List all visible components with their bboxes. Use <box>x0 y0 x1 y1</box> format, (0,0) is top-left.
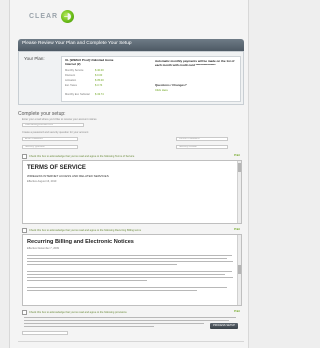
tos-title: TERMS OF SERVICE <box>27 165 86 171</box>
text-line <box>24 320 229 322</box>
plan-row-label: Discount <box>65 74 76 77</box>
billing-print-link[interactable]: Print <box>234 228 240 231</box>
signature-check-label: Check this box to acknowledge that you'v… <box>29 311 127 315</box>
plan-summary: Your Plan: UL [WiMAX Prod] Unlimited Hom… <box>18 51 244 105</box>
tos-print-link[interactable]: Print <box>234 154 240 157</box>
plan-row-label: Activation <box>65 79 77 82</box>
billing-checkbox[interactable] <box>22 228 27 233</box>
text-line <box>27 274 225 276</box>
tos-date: Effective August 16, 2010 <box>27 180 57 183</box>
plan-row-label: Monthly Est. Subtotal <box>65 93 90 96</box>
questions-label: Questions / Changes? <box>155 83 187 87</box>
plan-row: Est. Taxes $ 3.74 <box>65 84 125 88</box>
process-setup-button[interactable]: PROCESS SETUP <box>210 323 238 329</box>
password-field[interactable]: Enter Password <box>22 137 78 141</box>
email-field[interactable]: Username@Domain.com <box>22 123 84 127</box>
signature-checkbox[interactable] <box>22 310 27 315</box>
billing-date: Effective December 7, 2009 <box>27 247 59 250</box>
setup-title: Complete your setup: <box>18 111 66 117</box>
billing-title: Recurring Billing and Electronic Notices <box>27 239 134 245</box>
plan-row: Activation $ 35.00 <box>65 79 125 83</box>
tos-checkbox[interactable] <box>22 154 27 159</box>
clear-logo: CLEAR <box>29 10 75 23</box>
billing-check-label: Check this box to acknowledge that you'v… <box>29 229 142 233</box>
scroll-thumb[interactable] <box>238 163 241 172</box>
plan-row-value: $ 43.74 <box>95 93 104 96</box>
text-line <box>27 258 227 260</box>
plan-row-value: $ 40.00 <box>95 69 104 72</box>
plan-row: Discount $ 0.00 <box>65 74 125 78</box>
tos-subtitle: WIRELESS INTERNET ACCESS AND RELATED SER… <box>27 174 109 178</box>
text-line <box>27 271 232 273</box>
plan-row-value: $ 3.74 <box>95 84 103 87</box>
terms-of-service-box[interactable]: TERMS OF SERVICE WIRELESS INTERNET ACCES… <box>22 160 242 224</box>
text-line <box>24 323 204 325</box>
plan-row: Monthly Est. Subtotal $ 43.74 <box>65 93 125 97</box>
email-hint: Enter your email where you'd like to rec… <box>22 118 97 121</box>
text-line <box>27 277 233 279</box>
text-line <box>27 255 232 257</box>
confirm-password-field[interactable]: Confirm Password <box>176 137 228 141</box>
signature-print-link[interactable]: Print <box>234 310 240 313</box>
plan-card: UL [WiMAX Prod] Unlimited Home Internet … <box>61 56 241 102</box>
review-header: Please Review Your Plan and Complete You… <box>18 39 244 51</box>
plan-row-value: $ 0.00 <box>95 74 103 77</box>
plan-row-label: Est. Taxes <box>65 84 77 87</box>
clear-logo-icon <box>61 10 75 23</box>
tos-checkbox-row[interactable]: Check this box to acknowledge that you'v… <box>22 154 242 159</box>
page-title: Please Review Your Plan and Complete You… <box>22 41 132 46</box>
text-line <box>27 287 227 289</box>
signature-checkbox-row[interactable]: Check this box to acknowledge that you'v… <box>22 310 242 315</box>
billing-scrollbar[interactable] <box>237 235 241 305</box>
tos-check-label: Check this box to acknowledge that you'v… <box>29 155 135 159</box>
tos-scrollbar[interactable] <box>237 161 241 223</box>
logo-text: CLEAR <box>29 13 59 20</box>
text-line <box>24 326 154 328</box>
text-line <box>27 261 233 263</box>
plan-label: Your Plan: <box>24 56 45 61</box>
password-hint: Create a password and security question … <box>22 131 89 134</box>
plan-row-label: Monthly Service <box>65 69 84 72</box>
scroll-thumb[interactable] <box>238 265 241 274</box>
text-line <box>27 264 177 266</box>
plan-row: Monthly Service $ 40.00 <box>65 69 125 73</box>
divider <box>18 341 244 342</box>
text-line <box>27 280 147 282</box>
text-line <box>27 290 197 292</box>
security-answer-field[interactable]: Security Answer <box>176 145 228 149</box>
signature-field[interactable] <box>22 331 68 335</box>
click-here-link[interactable]: Click Here <box>155 88 168 92</box>
billing-checkbox-row[interactable]: Check this box to acknowledge that you'v… <box>22 228 242 233</box>
plan-name: UL [WiMAX Prod] Unlimited Home Internet … <box>65 58 114 66</box>
plan-row-value: $ 35.00 <box>95 79 104 82</box>
payment-note: Automatic monthly payments will be made … <box>155 59 235 67</box>
security-question-select[interactable]: Security Question <box>22 145 78 149</box>
text-line <box>24 317 236 319</box>
recurring-billing-box[interactable]: Recurring Billing and Electronic Notices… <box>22 234 242 306</box>
